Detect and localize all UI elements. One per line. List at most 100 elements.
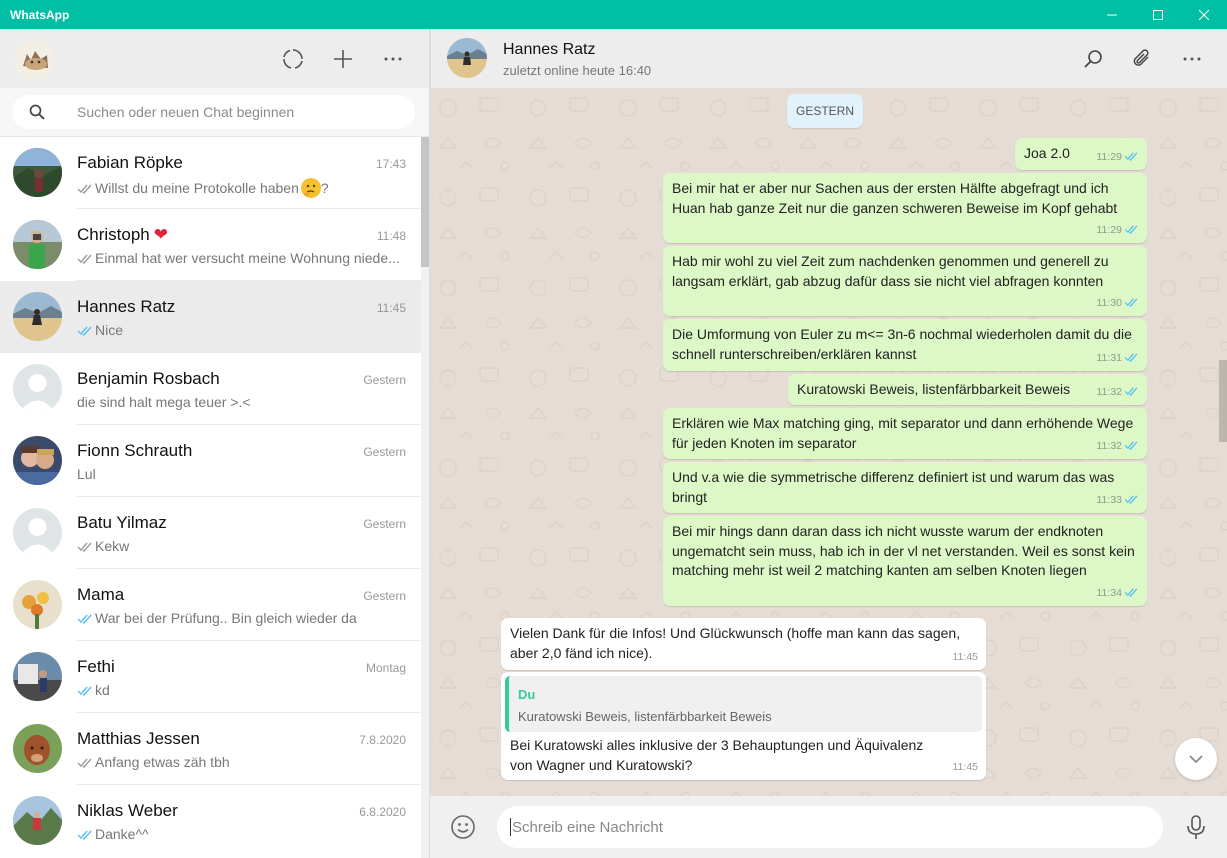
chat-preview: Lul [77, 466, 96, 482]
chat-name: Niklas Weber [77, 801, 178, 820]
message-text: Und v.a wie die symmetrische differenz d… [672, 469, 1115, 505]
message-meta: 11:32 [1097, 383, 1140, 403]
chat-name: Benjamin Rosbach [77, 369, 220, 388]
chat-name: Hannes Ratz [77, 297, 176, 316]
maximize-button[interactable] [1135, 0, 1181, 29]
close-icon [1199, 9, 1209, 20]
conversation-scrollbar[interactable] [1219, 360, 1227, 442]
message-outgoing[interactable]: Kuratowski Beweis, listenfärbbarkeit Bew… [788, 374, 1147, 405]
chat-name: Fionn Schrauth [77, 441, 193, 460]
message-list[interactable]: GESTERN Joa 2.0 11:29 Bei mir hat er abe… [430, 88, 1227, 796]
message-outgoing[interactable]: Joa 2.0 11:29 [1015, 138, 1147, 170]
composer-bar: Schreib eine Nachricht [430, 796, 1227, 858]
emoji-button[interactable] [450, 814, 476, 840]
message-text: Bei mir hings dann daran dass ich nicht … [672, 523, 1135, 578]
message-outgoing[interactable]: Bei mir hings dann daran dass ich nicht … [663, 516, 1147, 606]
chat-item-fabian-roepke[interactable]: Fabian Röpke 17:43 Willst du meine Proto… [0, 137, 421, 209]
default-avatar-icon [13, 508, 62, 557]
chat-preview: Danke^^ [77, 826, 407, 842]
conversation-menu-button[interactable] [1179, 46, 1205, 72]
chat-preview: Willst du meine Protokolle haben? [77, 178, 407, 198]
chat-time: Montag [365, 661, 406, 675]
message-outgoing[interactable]: Die Umformung von Euler zu m<= 3n-6 noch… [663, 319, 1147, 371]
chat-time: Gestern [363, 373, 406, 387]
text-caret [510, 818, 511, 836]
chat-item-benjamin-rosbach[interactable]: Benjamin Rosbach Gestern die sind halt m… [0, 353, 421, 425]
avatar [13, 652, 62, 701]
chat-item-christoph[interactable]: Christoph ❤ 11:48 Einmal hat wer versucht… [0, 209, 421, 281]
search-input[interactable]: Suchen oder neuen Chat beginnen [12, 95, 415, 129]
voice-message-button[interactable] [1183, 813, 1209, 841]
avatar [13, 292, 62, 341]
search-icon [1084, 50, 1102, 68]
double-check-icon [77, 326, 92, 336]
conversation-header[interactable]: Hannes Ratz zuletzt online heute 16:40 [430, 29, 1227, 88]
chat-preview: Kekw [77, 538, 407, 554]
chat-item-fionn-schrauth[interactable]: Fionn Schrauth Gestern Lul [0, 425, 421, 497]
chat-item-batu-yilmaz[interactable]: Batu Yilmaz Gestern Kekw [0, 497, 421, 569]
message-outgoing[interactable]: Bei mir hat er aber nur Sachen aus der e… [663, 173, 1147, 243]
double-check-icon [1124, 494, 1138, 504]
double-check-icon [77, 686, 92, 696]
double-check-icon [1124, 224, 1138, 234]
chat-time: Gestern [363, 589, 406, 603]
chat-preview: Anfang etwas zäh tbh [77, 754, 407, 770]
default-avatar-icon [13, 364, 62, 413]
conversation-pane: Hannes Ratz zuletzt online heute 16:40 G… [430, 29, 1227, 858]
chat-preview: die sind halt mega teuer >.< [77, 394, 251, 410]
scroll-to-bottom-button[interactable] [1175, 738, 1217, 780]
message-outgoing[interactable]: Hab mir wohl zu viel Zeit zum nachdenken… [663, 246, 1147, 316]
last-seen-status: zuletzt online heute 16:40 [503, 63, 652, 78]
my-avatar[interactable] [15, 40, 55, 80]
attach-button[interactable] [1129, 46, 1155, 72]
new-chat-button[interactable] [330, 46, 356, 72]
quoted-message[interactable]: Du Kuratowski Beweis, listenfärbbarkeit … [505, 676, 982, 732]
chat-time: 11:45 [376, 301, 406, 315]
chat-item-mama[interactable]: Mama Gestern War bei der Prüfung.. Bin g… [0, 569, 421, 641]
chat-item-fethi[interactable]: Fethi Montag kd [0, 641, 421, 713]
message-input-placeholder: Schreib eine Nachricht [512, 819, 663, 836]
avatar [13, 220, 62, 269]
chat-time: 7.8.2020 [359, 733, 406, 747]
search-messages-button[interactable] [1080, 46, 1106, 72]
minimize-button[interactable] [1089, 0, 1135, 29]
chat-name: Christoph ❤ [77, 225, 169, 244]
contact-name: Hannes Ratz [503, 41, 596, 58]
chat-name: Matthias Jessen [77, 729, 200, 748]
avatar [13, 724, 62, 773]
message-incoming[interactable]: Vielen Dank für die Infos! Und Glückwuns… [501, 618, 986, 670]
chat-item-niklas-weber[interactable]: Niklas Weber 6.8.2020 Danke^^ [0, 785, 421, 857]
avatar [13, 436, 62, 485]
chat-item-hannes-ratz[interactable]: Hannes Ratz 11:45 Nice [0, 281, 421, 353]
chat-preview: War bei der Prüfung.. Bin gleich wieder … [77, 610, 407, 626]
double-check-icon [1124, 440, 1138, 450]
close-button[interactable] [1181, 0, 1227, 29]
chevron-down-icon [1189, 755, 1203, 764]
message-incoming-reply[interactable]: Du Kuratowski Beweis, listenfärbbarkeit … [501, 672, 986, 780]
contact-avatar[interactable] [447, 38, 487, 78]
message-outgoing[interactable]: Und v.a wie die symmetrische differenz d… [663, 462, 1147, 513]
thinking-face-emoji [300, 178, 321, 198]
minimize-icon [1107, 14, 1117, 15]
message-text: Die Umformung von Euler zu m<= 3n-6 noch… [672, 326, 1132, 362]
message-meta: 11:32 [1097, 437, 1140, 457]
double-check-icon [1124, 386, 1138, 396]
message-input[interactable]: Schreib eine Nachricht [497, 806, 1163, 848]
message-text: Erklären wie Max matching ging, mit sepa… [672, 415, 1134, 451]
message-meta: 11:30 [1097, 294, 1140, 314]
chat-name: Fethi [77, 657, 115, 676]
message-meta: 11:29 [1097, 148, 1140, 168]
search-bar: Suchen oder neuen Chat beginnen [0, 88, 429, 137]
message-outgoing[interactable]: Erklären wie Max matching ging, mit sepa… [663, 408, 1147, 459]
message-meta: 11:29 [1097, 221, 1140, 241]
quoted-author: Du [518, 687, 536, 702]
message-meta: 11:33 [1097, 491, 1140, 511]
double-check-icon [1124, 587, 1138, 597]
chat-item-matthias-jessen[interactable]: Matthias Jessen 7.8.2020 Anfang etwas zä… [0, 713, 421, 785]
paperclip-icon [1133, 49, 1149, 66]
plus-icon [334, 50, 352, 68]
status-button[interactable] [280, 46, 306, 72]
menu-button[interactable] [380, 46, 406, 72]
sidebar-scroll-thumb[interactable] [421, 137, 429, 267]
chat-name: Batu Yilmaz [77, 513, 167, 532]
